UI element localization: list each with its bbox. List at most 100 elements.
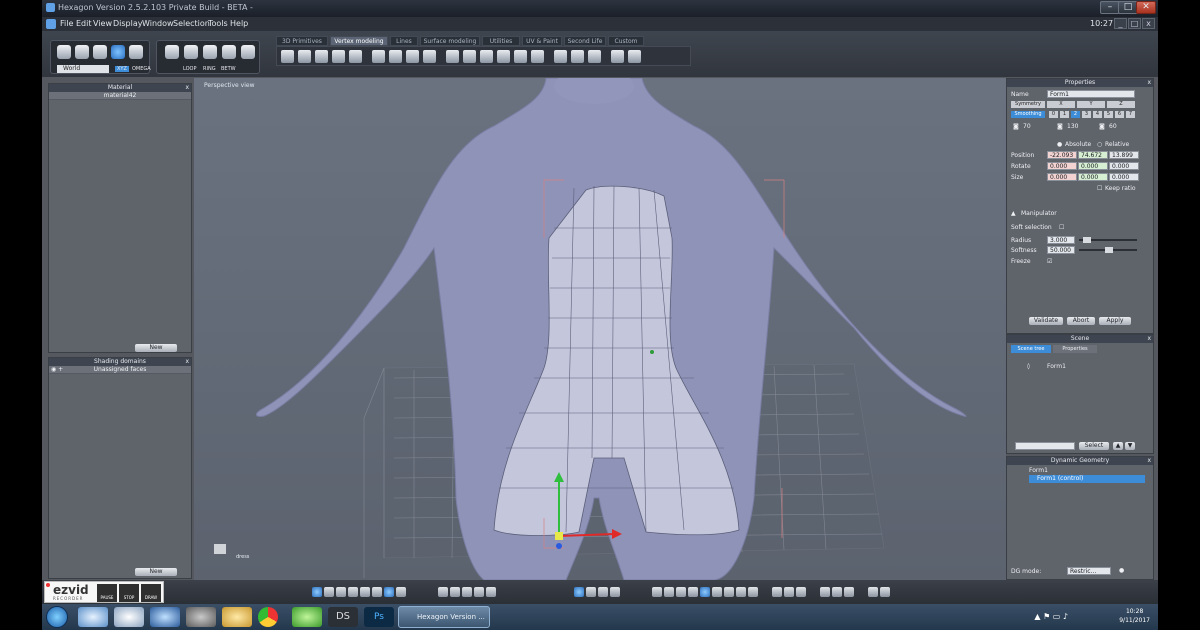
textured-icon[interactable] (688, 587, 698, 597)
edge-mode-icon[interactable] (184, 45, 198, 59)
view-three-icon[interactable] (360, 587, 370, 597)
menu-help[interactable]: Help (230, 19, 248, 28)
menu-display[interactable]: Display (113, 19, 143, 28)
smoothing-level-5[interactable]: 5 (1104, 111, 1113, 118)
panel-close-icon[interactable]: x (1147, 335, 1151, 343)
relax-icon[interactable] (497, 50, 510, 63)
menu-edit[interactable]: Edit (76, 19, 92, 28)
tab-custom[interactable]: Custom (608, 36, 644, 46)
view-bottom-icon[interactable] (384, 587, 394, 597)
mirror-icon[interactable] (554, 50, 567, 63)
lasso-icon[interactable] (75, 45, 89, 59)
select-button[interactable]: Select (1079, 442, 1109, 450)
position-y[interactable]: 74.672 (1078, 151, 1108, 159)
move-along-icon[interactable] (514, 50, 527, 63)
panel-close-icon[interactable]: x (1147, 457, 1151, 465)
green-app-icon[interactable] (292, 607, 322, 627)
uv-icon[interactable] (832, 587, 842, 597)
select-mode-icon[interactable] (574, 587, 584, 597)
tab-utilities[interactable]: Utilities (482, 36, 520, 46)
size-y[interactable]: 0.000 (1078, 173, 1108, 181)
menu-tools[interactable]: Tools (208, 19, 228, 28)
draw-button[interactable]: DRAW (141, 584, 161, 602)
split-icon[interactable] (389, 50, 402, 63)
universal-manipulator-icon[interactable] (111, 45, 125, 59)
tab-scene-tree[interactable]: Scene tree (1011, 345, 1051, 353)
smoothing-level-2[interactable]: 2 (1071, 111, 1080, 118)
tab-3d-primitives[interactable]: 3D Primitives (276, 36, 328, 46)
folder-app-icon[interactable] (78, 607, 108, 627)
menu-window[interactable]: Window (142, 19, 174, 28)
view-split-v-icon[interactable] (348, 587, 358, 597)
close-button[interactable]: ✕ (1136, 1, 1156, 14)
system-clock[interactable]: 10:28 9/11/2017 (1119, 607, 1150, 625)
menu-view[interactable]: View (93, 19, 112, 28)
menu-file[interactable]: File (60, 19, 73, 28)
paint-select-icon[interactable] (93, 45, 107, 59)
relative-label[interactable]: Relative (1105, 141, 1129, 148)
softness-field[interactable]: 50.000 (1047, 246, 1075, 254)
rotate-y[interactable]: 0.000 (1078, 162, 1108, 170)
view-split-h-icon[interactable] (336, 587, 346, 597)
tab-surface-modeling[interactable]: Surface modeling (420, 36, 480, 46)
start-button-icon[interactable] (46, 606, 68, 628)
connect-icon[interactable] (628, 50, 641, 63)
fill-hole-icon[interactable] (423, 50, 436, 63)
name-field[interactable]: Form1 (1047, 90, 1135, 98)
weld-icon[interactable] (406, 50, 419, 63)
auto-mode-icon[interactable] (241, 45, 255, 59)
visibility-icon[interactable]: ◉ + (51, 366, 63, 374)
chamfer-icon[interactable] (332, 50, 345, 63)
move-icon[interactable] (598, 587, 608, 597)
shaded-icon[interactable] (664, 587, 674, 597)
view-top-icon[interactable] (372, 587, 382, 597)
rotate-z[interactable]: 0.000 (1109, 162, 1139, 170)
smoothing-level-4[interactable]: 4 (1093, 111, 1102, 118)
zoom-icon[interactable] (474, 587, 484, 597)
smooth-icon[interactable] (480, 50, 493, 63)
radius-field[interactable]: 3.000 (1047, 236, 1075, 244)
tab-uv-paint[interactable]: UV & Paint (522, 36, 562, 46)
select-arrow-icon[interactable] (57, 45, 71, 59)
xyz-toggle[interactable]: XYZ (115, 66, 129, 72)
system-tray-icons[interactable]: ▲ ⚑ ▭ ♪ (1034, 612, 1068, 621)
panel-close-icon[interactable]: x (185, 358, 189, 366)
brush-icon[interactable] (772, 587, 782, 597)
tab-scene-properties[interactable]: Properties (1053, 345, 1097, 353)
view-full-icon[interactable] (396, 587, 406, 597)
texture-icon[interactable] (796, 587, 806, 597)
app-close-button[interactable]: x (1142, 18, 1155, 29)
scene-down-button[interactable]: ▼ (1125, 442, 1135, 450)
ring-select[interactable]: RING (203, 66, 216, 72)
position-z[interactable]: 13.899 (1109, 151, 1139, 159)
inset-icon[interactable] (298, 50, 311, 63)
between-select[interactable]: BETW (221, 66, 236, 72)
pan-icon[interactable] (450, 587, 460, 597)
gesture-icon[interactable] (610, 587, 620, 597)
extract-icon[interactable] (463, 50, 476, 63)
smooth-shaded-icon[interactable] (676, 587, 686, 597)
apply-button[interactable]: Apply (1099, 317, 1131, 325)
smoothing-level-6[interactable]: 6 (1115, 111, 1124, 118)
hexagon-taskbar-icon[interactable] (150, 607, 180, 627)
scene-up-button[interactable]: ▲ (1113, 442, 1123, 450)
scene-filter-field[interactable] (1015, 442, 1075, 450)
smoothing-level-1[interactable]: 1 (1060, 111, 1069, 118)
dg-item-form1[interactable]: Form1 (1029, 467, 1048, 474)
shading-list-item[interactable]: ◉ + Unassigned faces (49, 366, 191, 374)
smoothing-level-7[interactable]: 7 (1126, 111, 1135, 118)
face-mode-icon[interactable] (203, 45, 217, 59)
tool-app-icon[interactable] (186, 607, 216, 627)
panel-close-icon[interactable]: x (1147, 79, 1151, 87)
bridge-icon[interactable] (446, 50, 459, 63)
maximize-button[interactable]: □ (1118, 1, 1138, 14)
object-mode-icon[interactable] (222, 45, 236, 59)
stop-button[interactable]: STOP (119, 584, 139, 602)
symmetry-z[interactable]: Z (1107, 101, 1135, 108)
notepad-app-icon[interactable] (114, 607, 144, 627)
vertex-mode-icon[interactable] (165, 45, 179, 59)
chrome-app-icon[interactable] (258, 607, 278, 627)
smoothing-level-0[interactable]: 0 (1049, 111, 1058, 118)
freeze-checkbox[interactable]: ☑ (1047, 258, 1052, 265)
tab-lines[interactable]: Lines (390, 36, 418, 46)
